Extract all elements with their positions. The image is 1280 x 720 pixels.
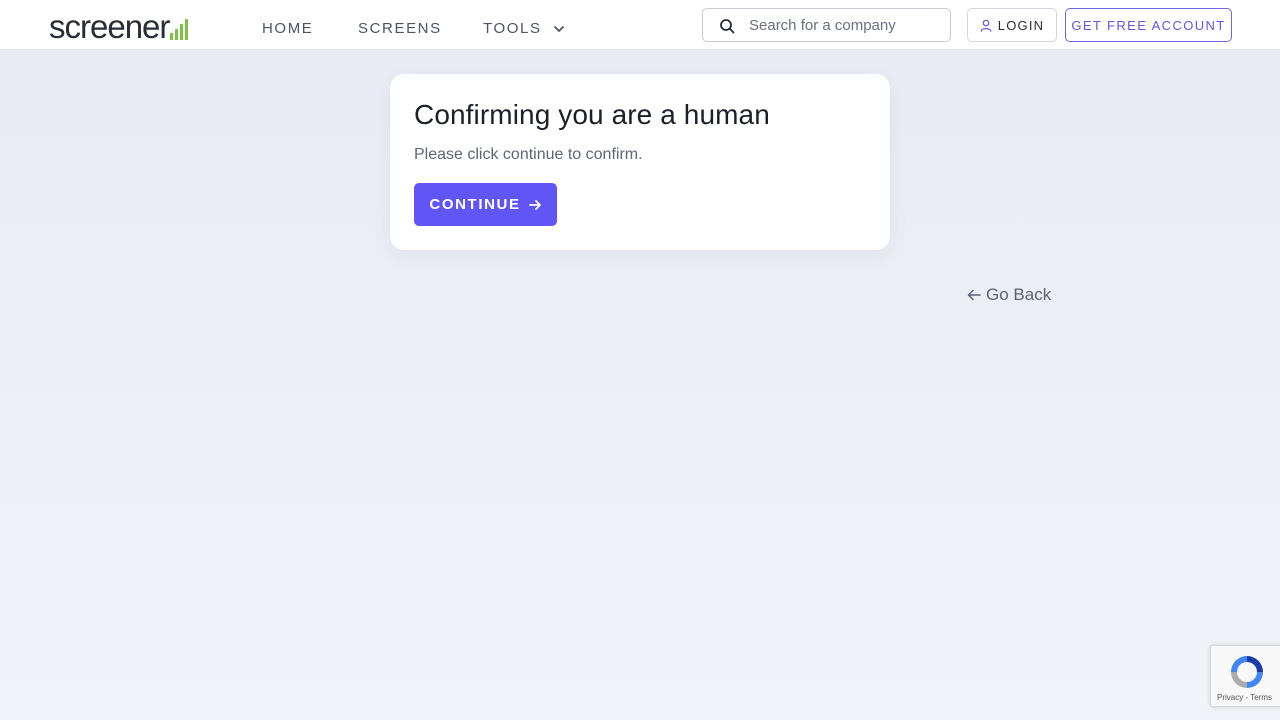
recaptcha-logo-icon <box>1231 656 1263 688</box>
screener-logo[interactable]: screener <box>49 6 189 45</box>
search-icon <box>720 19 735 34</box>
continue-button[interactable]: CONTINUE <box>414 183 557 226</box>
chevron-down-icon <box>553 25 564 32</box>
search-input[interactable] <box>749 15 944 35</box>
nav-screens[interactable]: SCREENS <box>358 20 442 37</box>
continue-label: CONTINUE <box>429 196 521 213</box>
card-title: Confirming you are a human <box>414 99 770 130</box>
nav-tools[interactable]: TOOLS <box>483 20 566 37</box>
logo-bars-icon <box>170 19 189 40</box>
login-button[interactable]: LOGIN <box>967 8 1057 42</box>
logo-text: screener <box>49 8 170 45</box>
top-navbar: screener HOME SCREENS TOOLS LOGIN GET FR… <box>0 0 1280 50</box>
nav-tools-label: TOOLS <box>483 20 542 37</box>
login-label: LOGIN <box>997 17 1045 33</box>
go-back-label: Go Back <box>986 285 1052 304</box>
human-verification-card: Confirming you are a human Please click … <box>390 74 890 250</box>
user-icon <box>980 19 992 32</box>
go-back-link[interactable]: Go Back <box>967 285 1051 305</box>
get-free-account-label: GET FREE ACCOUNT <box>1071 17 1226 33</box>
nav-home[interactable]: HOME <box>262 20 313 37</box>
arrow-right-icon <box>528 199 541 210</box>
company-search[interactable] <box>702 8 951 42</box>
recaptcha-privacy-link[interactable]: Privacy <box>1217 693 1243 702</box>
recaptcha-links: Privacy - Terms <box>1217 693 1272 702</box>
recaptcha-terms-link[interactable]: Terms <box>1250 693 1272 702</box>
recaptcha-badge[interactable]: Privacy - Terms <box>1210 645 1280 707</box>
arrow-left-icon <box>967 289 981 301</box>
get-free-account-button[interactable]: GET FREE ACCOUNT <box>1065 8 1232 42</box>
card-subtitle: Please click continue to confirm. <box>414 146 643 163</box>
